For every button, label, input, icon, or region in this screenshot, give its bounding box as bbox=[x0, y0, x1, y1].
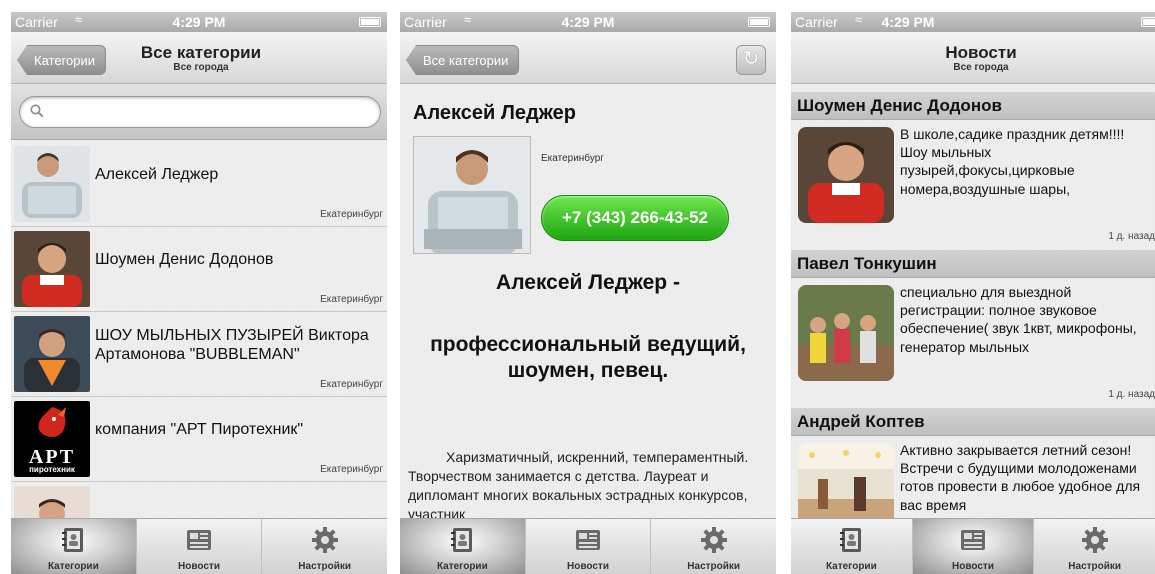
tab-news[interactable]: Новости bbox=[137, 519, 263, 574]
tab-label: Новости bbox=[952, 561, 994, 572]
tab-bar: Категории Новости Настройки bbox=[11, 518, 387, 574]
art-pyrotechnic-logo: АРТ пиротехник bbox=[14, 401, 90, 477]
battery-icon bbox=[1141, 17, 1155, 27]
search-bar bbox=[11, 84, 387, 140]
clock: 4:29 PM bbox=[561, 14, 615, 30]
item-city: Екатеринбург bbox=[320, 464, 383, 475]
tab-label: Новости bbox=[567, 561, 609, 572]
refresh-button[interactable]: ↻ bbox=[736, 45, 766, 75]
detail-screen: Carrier ≈ 4:29 PM Все категории ↻ Алексе… bbox=[400, 12, 776, 574]
status-bar: Carrier ≈ 4:29 PM bbox=[11, 12, 387, 32]
news-thumbnail bbox=[798, 285, 894, 381]
avatar bbox=[14, 146, 90, 222]
news-item[interactable]: В школе,садике праздник детям!!!! Шоу мы… bbox=[791, 120, 1155, 250]
news-author-header: Павел Тонкушин bbox=[791, 250, 1155, 278]
tab-bar: Категории Новости Настройки bbox=[791, 518, 1155, 574]
newspaper-icon bbox=[187, 530, 211, 550]
news-screen: Carrier ≈ 4:29 PM Новости Все города Шоу… bbox=[791, 12, 1155, 574]
battery-icon bbox=[748, 17, 770, 27]
list-item[interactable]: Шоумен Денис Додонов Екатеринбург bbox=[11, 227, 387, 312]
search-input[interactable] bbox=[19, 96, 381, 128]
category-list: Алексей Леджер Екатеринбург Шоумен Денис… bbox=[11, 142, 387, 567]
battery-icon bbox=[359, 17, 381, 27]
item-city: Екатеринбург bbox=[320, 294, 383, 305]
search-icon bbox=[30, 104, 44, 118]
address-book-icon bbox=[840, 528, 862, 552]
status-bar: Carrier ≈ 4:29 PM bbox=[400, 12, 776, 32]
tab-settings[interactable]: Настройки bbox=[262, 519, 387, 574]
subheadline: профессиональный ведущий, шоумен, певец. bbox=[430, 333, 746, 383]
navigation-bar: Все категории ↻ bbox=[400, 32, 776, 84]
news-text: Активно закрывается летний сезон! Встреч… bbox=[900, 442, 1141, 513]
clock: 4:29 PM bbox=[881, 14, 935, 30]
gear-icon bbox=[700, 527, 727, 553]
list-item[interactable]: ШОУ МЫЛЬНЫХ ПУЗЫРЕЙ Виктора Артамонова "… bbox=[11, 312, 387, 397]
list-item[interactable]: Алексей Леджер Екатеринбург bbox=[11, 142, 387, 227]
item-title: Алексей Леджер bbox=[95, 166, 219, 184]
item-title: ШОУ МЫЛЬНЫХ ПУЗЫРЕЙ Виктора Артамонова "… bbox=[95, 326, 369, 363]
tab-news[interactable]: Новости bbox=[526, 519, 652, 574]
tab-label: Новости bbox=[178, 561, 220, 572]
tab-label: Категории bbox=[825, 561, 877, 572]
city-filter-label: Все города bbox=[173, 62, 229, 73]
tab-label: Настройки bbox=[1068, 561, 1122, 572]
gear-icon bbox=[1081, 527, 1108, 553]
city-filter-label: Все города bbox=[953, 62, 1009, 73]
tab-label: Категории bbox=[436, 561, 488, 572]
news-text: В школе,садике праздник детям!!!! Шоу мы… bbox=[900, 126, 1125, 197]
navigation-bar: Категории Все категории Все города bbox=[11, 32, 387, 84]
tab-settings[interactable]: Настройки bbox=[1034, 519, 1155, 574]
performer-photo bbox=[413, 136, 531, 254]
newspaper-icon bbox=[576, 530, 600, 550]
address-book-icon bbox=[62, 528, 84, 552]
tab-news[interactable]: Новости bbox=[912, 519, 1035, 574]
categories-screen: Carrier ≈ 4:29 PM Категории Все категори… bbox=[11, 12, 387, 574]
page-title: Все категории Все города bbox=[131, 44, 271, 73]
news-date: 1 д. назад bbox=[1108, 231, 1155, 242]
news-list: Шоумен Денис Додонов В школе,садике праз… bbox=[791, 92, 1155, 566]
news-thumbnail bbox=[798, 127, 894, 223]
tab-label: Настройки bbox=[298, 561, 352, 572]
news-author-header: Шоумен Денис Додонов bbox=[791, 92, 1155, 120]
back-button[interactable]: Все категории bbox=[406, 45, 520, 75]
tab-categories[interactable]: Категории bbox=[400, 519, 526, 574]
tab-categories[interactable]: Категории bbox=[11, 519, 137, 574]
logo-subtext: пиротехник bbox=[29, 465, 75, 474]
headline: Алексей Леджер - bbox=[496, 271, 680, 294]
news-author-header: Андрей Коптев bbox=[791, 408, 1155, 436]
news-date: 1 д. назад bbox=[1108, 389, 1155, 400]
address-book-icon bbox=[451, 528, 473, 552]
logo-text: АРТ bbox=[28, 446, 76, 468]
page-title: Новости Все города bbox=[901, 44, 1061, 73]
item-title: Шоумен Денис Додонов bbox=[95, 251, 274, 269]
performer-city: Екатеринбург bbox=[541, 153, 604, 164]
item-city: Екатеринбург bbox=[320, 209, 383, 220]
tab-settings[interactable]: Настройки bbox=[651, 519, 776, 574]
tab-label: Настройки bbox=[687, 561, 741, 572]
avatar bbox=[14, 231, 90, 307]
back-button[interactable]: Категории bbox=[17, 45, 106, 75]
item-city: Екатеринбург bbox=[320, 379, 383, 390]
newspaper-icon bbox=[961, 530, 985, 550]
performer-name: Алексей Леджер bbox=[413, 102, 576, 124]
clock: 4:29 PM bbox=[172, 14, 226, 30]
status-bar: Carrier ≈ 4:29 PM bbox=[791, 12, 1155, 32]
refresh-icon: ↻ bbox=[742, 48, 760, 70]
list-item[interactable]: АРТ пиротехник компания "АРТ Пиротехник"… bbox=[11, 397, 387, 482]
tab-bar: Категории Новости Настройки bbox=[400, 518, 776, 574]
tab-categories[interactable]: Категории bbox=[791, 519, 913, 574]
call-button[interactable]: +7 (343) 266-43-52 bbox=[541, 195, 729, 241]
navigation-bar: Новости Все города bbox=[791, 32, 1155, 84]
title-text: Новости bbox=[945, 43, 1017, 62]
title-text: Все категории bbox=[140, 43, 262, 62]
news-text: специально для выездной регистрации: пол… bbox=[900, 284, 1137, 355]
avatar bbox=[14, 316, 90, 392]
tab-label: Категории bbox=[47, 561, 99, 572]
gear-icon bbox=[311, 527, 338, 553]
item-title: компания "АРТ Пиротехник" bbox=[95, 421, 304, 439]
description-text: Харизматичный, искренний, темпераментный… bbox=[408, 449, 749, 523]
news-item[interactable]: специально для выездной регистрации: пол… bbox=[791, 278, 1155, 408]
